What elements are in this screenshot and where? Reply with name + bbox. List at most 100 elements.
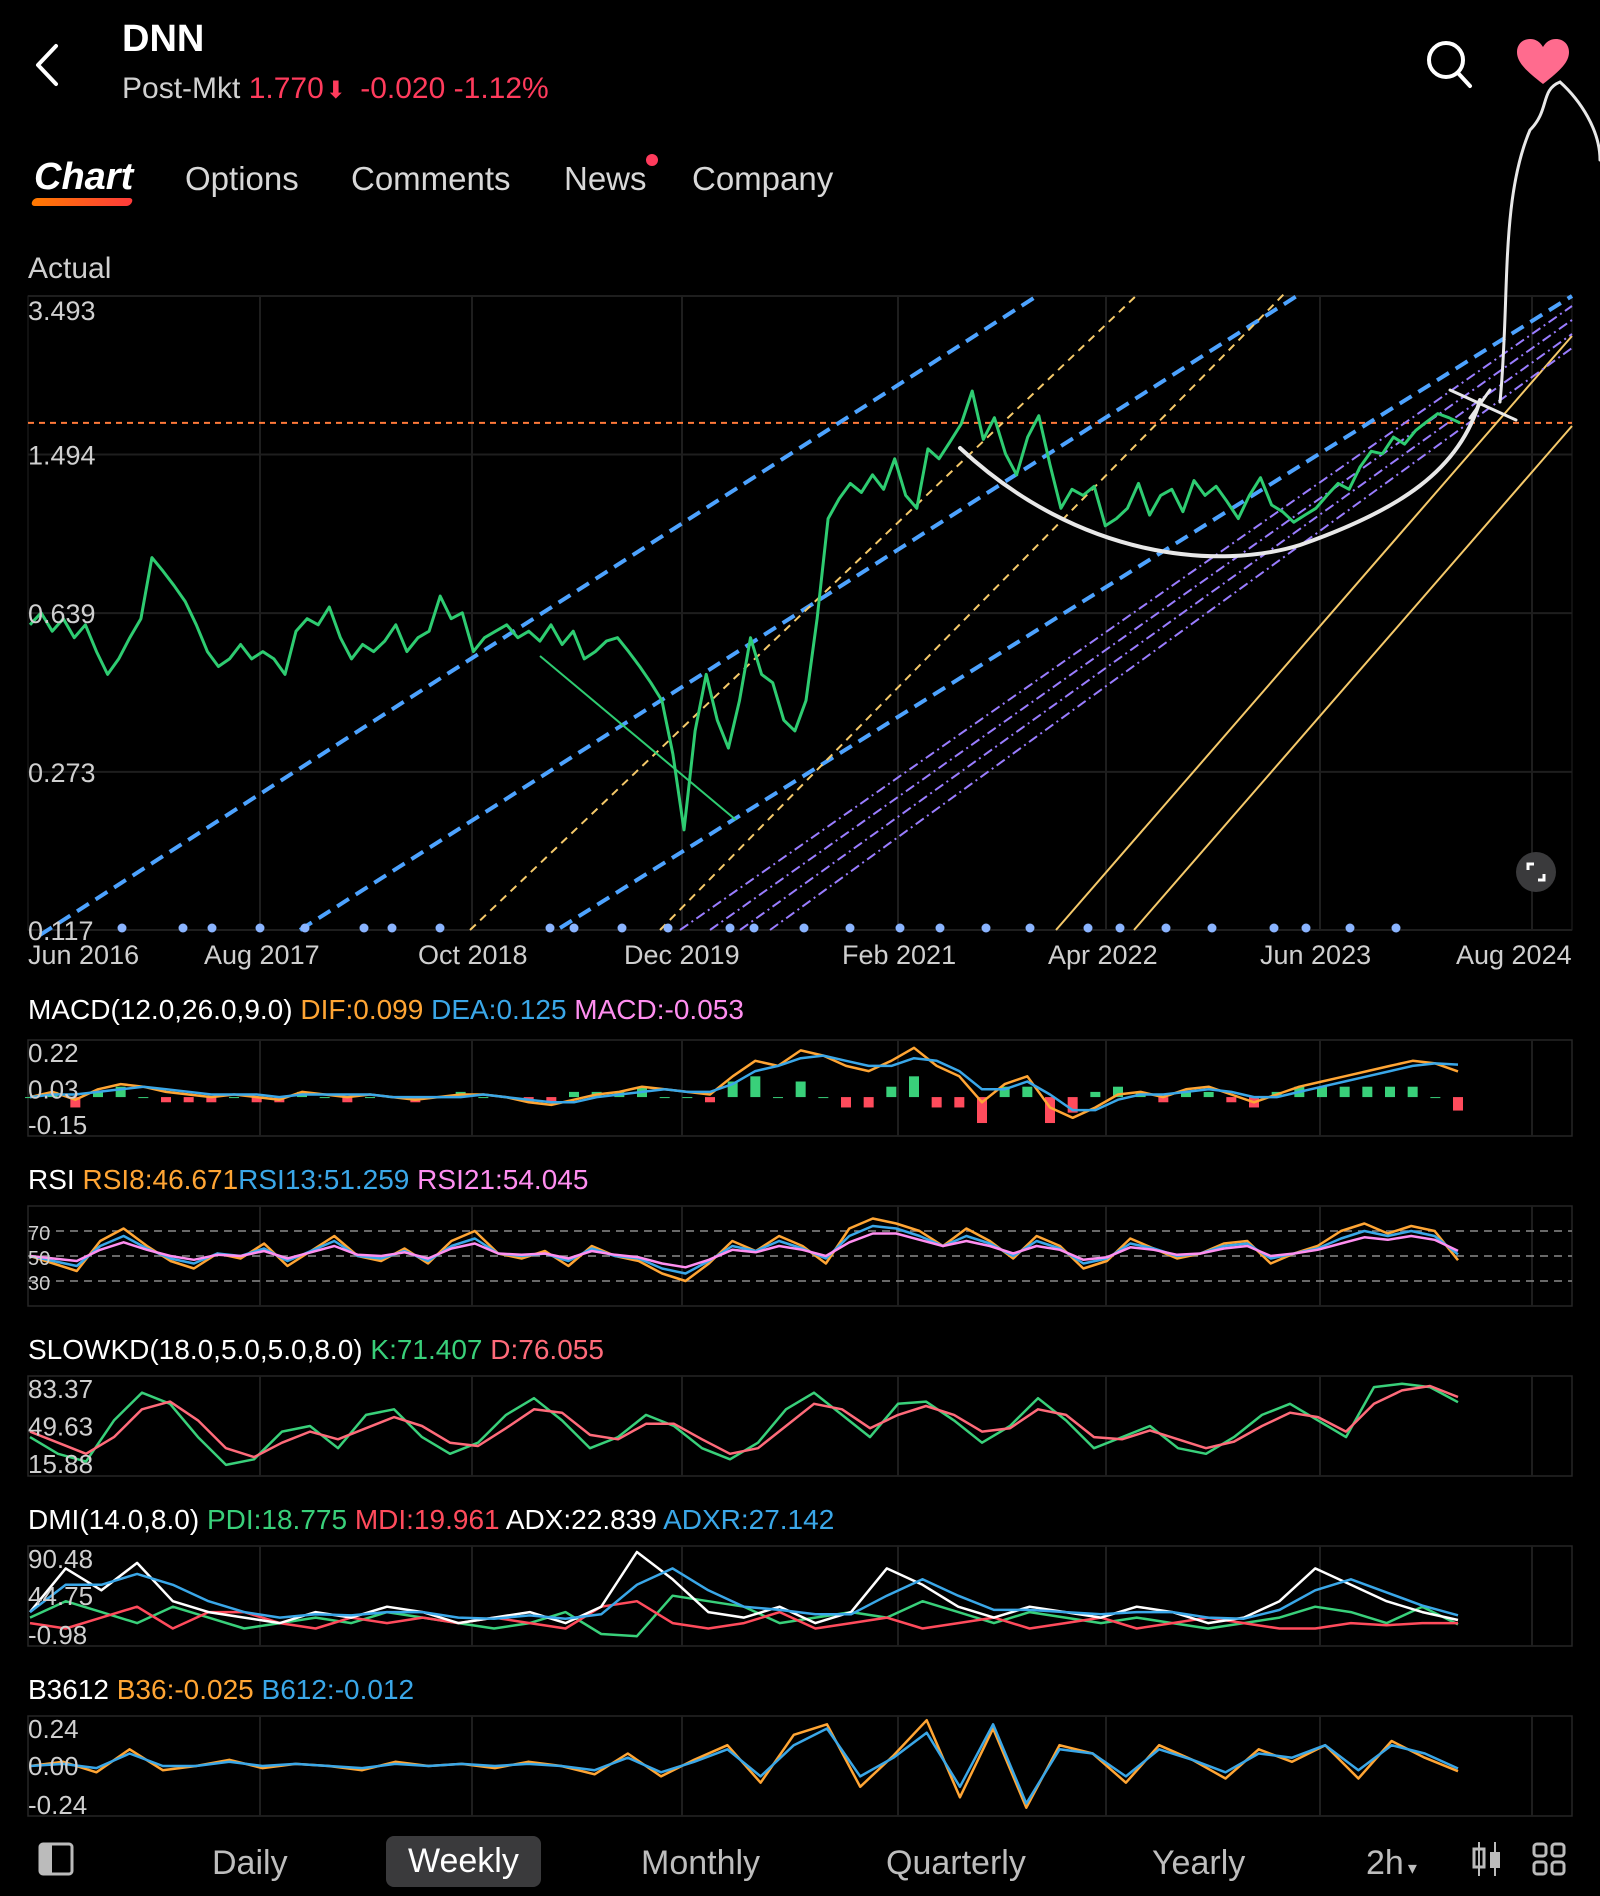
period-quarterly[interactable]: Quarterly — [886, 1844, 1026, 1883]
chart-canvas[interactable]: 3.4931.4940.6390.2730.117Jun 2016 Aug 201… — [0, 0, 1600, 1820]
dmi-y-tick-label: -0.98 — [28, 1620, 87, 1650]
price-x-tick-label: Jun 2016 — [28, 940, 139, 970]
price-x-tick-label: Oct 2018 — [418, 940, 528, 970]
arrow-annotation — [1498, 80, 1600, 404]
b3612-y-tick-label: 0.00 — [28, 1751, 79, 1781]
event-marker-dot — [1161, 923, 1171, 933]
price-x-tick-label: Aug 2024 — [1456, 940, 1572, 970]
period-monthly[interactable]: Monthly — [641, 1844, 760, 1883]
b3612-title: B3612 — [28, 1674, 109, 1705]
macd-y-tick-label: -0.15 — [28, 1110, 87, 1140]
b612-label: B612:-0.012 — [261, 1674, 415, 1705]
macd-y-tick-label: 0.03 — [28, 1074, 79, 1104]
rsi-legend: RSI RSI8:46.671RSI13:51.259 RSI21:54.045 — [28, 1164, 588, 1196]
blue-channel-line — [298, 292, 1302, 932]
rsi-y-tick-label: 30 — [28, 1273, 50, 1295]
price-x-tick-label: Aug 2017 — [204, 940, 320, 970]
slowkd-y-tick-label: 49.63 — [28, 1411, 93, 1441]
dmi-legend: DMI(14.0,8.0) PDI:18.775 MDI:19.961 ADX:… — [28, 1504, 834, 1536]
macd-histogram-bar — [1430, 1097, 1441, 1099]
price-x-tick-label: Feb 2021 — [842, 940, 956, 970]
macd-histogram-bar — [863, 1097, 874, 1108]
macd-histogram-bar — [750, 1076, 761, 1098]
macd-histogram-bar — [931, 1097, 942, 1108]
dmi-adxr-label: ADXR:27.142 — [663, 1504, 835, 1535]
macd-histogram-bar — [818, 1097, 829, 1099]
price-y-tick-label: 0.639 — [28, 599, 96, 629]
period-yearly[interactable]: Yearly — [1152, 1844, 1245, 1883]
macd-value-label: MACD:-0.053 — [574, 994, 744, 1025]
macd-histogram-bar — [1385, 1086, 1395, 1098]
macd-histogram-bar — [886, 1086, 897, 1098]
sidebar-toggle-icon[interactable] — [38, 1842, 74, 1876]
event-marker-dot — [300, 923, 310, 933]
slowkd-legend: SLOWKD(18.0,5.0,5.0,8.0) K:71.407 D:76.0… — [28, 1334, 604, 1366]
macd-y-tick-label: 0.22 — [28, 1038, 79, 1068]
macd-title: MACD(12.0,26.0,9.0) — [28, 994, 293, 1025]
price-series — [28, 389, 1461, 832]
price-chart-grid — [27, 295, 1573, 931]
dmi-adx-label: ADX:22.839 — [505, 1504, 657, 1535]
interval-select[interactable]: 2h ▾ — [1366, 1844, 1417, 1883]
trend-lines — [38, 292, 1574, 937]
event-marker-dot — [545, 923, 555, 933]
macd-histogram-bar — [1203, 1091, 1214, 1098]
purple-fan-line — [679, 305, 1573, 931]
price-x-tick-label: Jun 2023 — [1260, 940, 1371, 970]
event-marker-dot — [749, 923, 759, 933]
event-marker-dot — [387, 923, 397, 933]
macd-histogram-bar — [478, 1097, 489, 1099]
price-y-tick-label: 0.273 — [28, 758, 96, 788]
event-marker-dot — [617, 923, 627, 933]
price-y-tick-label: 1.494 — [28, 441, 96, 471]
slowkd-d-line — [29, 1384, 1459, 1459]
period-weekly[interactable]: Weekly — [386, 1836, 541, 1887]
yellow-dashed-line — [659, 293, 1285, 931]
rsi-y-tick-label: 70 — [28, 1223, 50, 1245]
macd-histogram-bar — [569, 1091, 579, 1098]
dmi-mdi-line — [29, 1599, 1458, 1630]
slowkd-d-label: D:76.055 — [490, 1334, 604, 1365]
b3612-y-tick-label: -0.24 — [28, 1790, 87, 1820]
event-marker-dot — [725, 923, 735, 933]
event-marker-dot — [569, 923, 579, 933]
macd-histogram-bar — [682, 1097, 693, 1099]
rsi-rsi21-line — [29, 1232, 1459, 1269]
event-marker-dot — [1083, 923, 1093, 933]
blue-channel-line — [558, 294, 1574, 930]
caret-down-icon: ▾ — [1407, 1858, 1417, 1878]
dmi-pdi-label: PDI:18.775 — [206, 1504, 348, 1535]
macd-histogram-bar — [1362, 1086, 1373, 1098]
macd-histogram-bar — [659, 1097, 670, 1099]
macd-dea-label: DEA:0.125 — [431, 994, 567, 1025]
macd-histogram-bar — [1407, 1086, 1418, 1098]
rsi-y-tick-label: 50 — [28, 1248, 50, 1270]
event-marker-dot — [845, 923, 855, 933]
period-daily[interactable]: Daily — [212, 1844, 288, 1883]
dmi-pdi-line — [29, 1594, 1459, 1638]
event-marker-dot — [178, 923, 188, 933]
rsi13-label: RSI13:51.259 — [238, 1164, 410, 1195]
interval-value: 2h — [1366, 1844, 1404, 1882]
macd-histogram-bar — [1226, 1097, 1237, 1103]
macd-dea-line — [29, 1054, 1459, 1112]
price-x-tick-label: Dec 2019 — [624, 940, 740, 970]
macd-histogram-bar — [161, 1097, 171, 1103]
expand-icon — [1526, 862, 1546, 882]
purple-fan-line — [769, 347, 1573, 931]
dmi-adxr-line — [29, 1567, 1459, 1620]
macd-histogram-bar — [319, 1097, 330, 1099]
price-y-tick-label: 3.493 — [28, 296, 96, 326]
macd-histogram-bar — [365, 1097, 375, 1099]
b3612-y-tick-label: 0.24 — [28, 1714, 79, 1744]
macd-histogram-bar — [954, 1097, 965, 1108]
dmi-y-tick-label: 90.48 — [28, 1544, 93, 1574]
rsi8-label: RSI8:46.671 — [82, 1164, 239, 1195]
grid-icon[interactable] — [1532, 1842, 1566, 1876]
macd-histogram-bar — [909, 1076, 919, 1098]
macd-histogram-bar — [1339, 1086, 1350, 1098]
yellow-dashed-line — [469, 293, 1139, 931]
candlestick-icon[interactable] — [1470, 1840, 1504, 1878]
macd-histogram-bar — [1090, 1091, 1101, 1098]
expand-chart-button[interactable] — [1516, 852, 1556, 892]
